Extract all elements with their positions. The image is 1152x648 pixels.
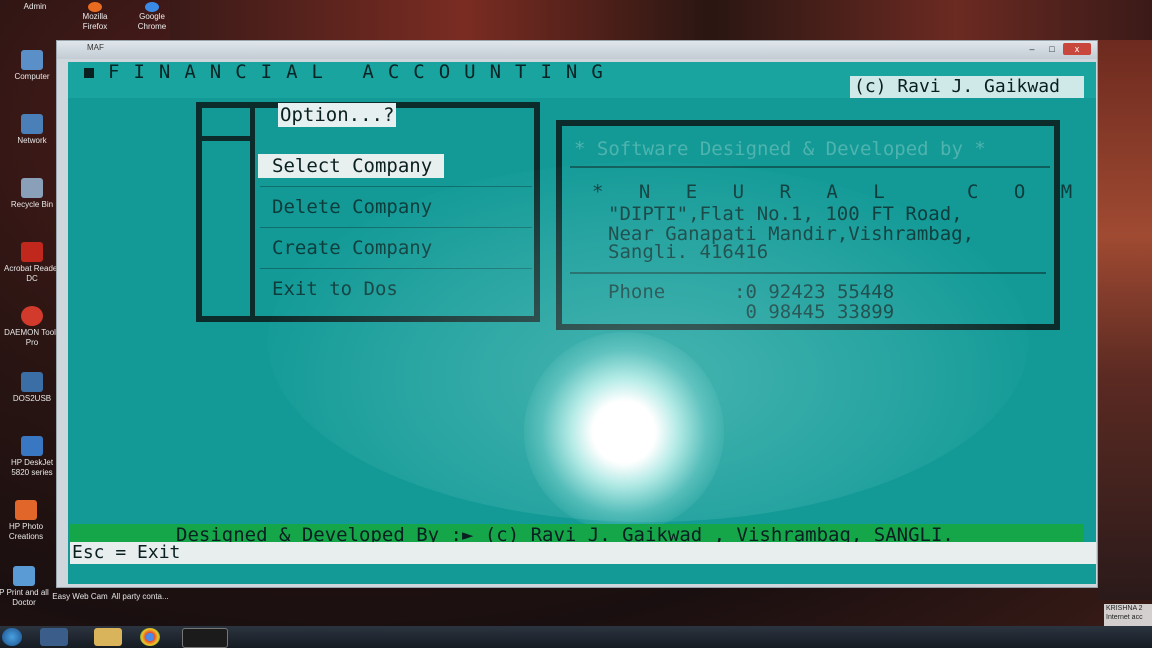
desktop-icon-all-party[interactable]: All party conta... <box>110 592 170 602</box>
desktop-icon-label: Google Chrome <box>137 12 167 31</box>
desktop-icon-label: HP DeskJet 5820 series <box>10 458 54 477</box>
chrome-icon <box>145 2 159 12</box>
app-copyright: (c) Ravi J. Gaikwad <box>850 76 1084 98</box>
phone-label: Phone <box>608 281 666 303</box>
menu-item-select-company[interactable]: Select Company <box>258 146 532 187</box>
desktop-icon-label: Admin <box>23 2 47 11</box>
desktop-icon-computer[interactable]: Computer <box>2 50 62 82</box>
network-icon <box>21 114 43 134</box>
footer-esc-hint: Esc = Exit <box>70 542 1096 564</box>
desktop-icon-label: Acrobat Reader DC <box>3 264 61 283</box>
tray-network-popup[interactable]: KRISHNA 2 Internet acc <box>1104 604 1152 626</box>
taskbar <box>0 626 1152 648</box>
dos-window-taskbar-icon[interactable] <box>182 628 228 648</box>
tray-name: KRISHNA 2 <box>1106 605 1143 612</box>
main-menu: Select Company Delete Company Create Com… <box>196 102 540 322</box>
info-divider <box>570 272 1046 274</box>
file-explorer-icon[interactable] <box>94 628 122 646</box>
menu-item-exit-to-dos[interactable]: Exit to Dos <box>260 269 532 309</box>
phone-number-1: :0 92423 55448 <box>734 281 895 303</box>
desktop-icon-daemon-tools[interactable]: DAEMON Tools Pro <box>2 306 62 348</box>
chrome-taskbar-icon[interactable] <box>140 628 160 646</box>
printer-icon <box>21 436 43 456</box>
desktop-icon-firefox[interactable]: Mozilla Firefox <box>70 2 120 32</box>
photo-icon <box>15 500 37 520</box>
desktop-icon-webcam[interactable]: Easy Web Cam <box>50 592 110 602</box>
menu-strip <box>250 108 255 316</box>
desktop-icon-label: Recycle Bin <box>10 200 54 209</box>
desktop-icon-chrome[interactable]: Google Chrome <box>127 2 177 32</box>
print-doctor-icon <box>13 566 35 586</box>
desktop-icon-label: DOS2USB <box>12 394 52 403</box>
developer-info-panel: * Software Designed & Developed by * * N… <box>556 120 1072 330</box>
menu-item-create-company[interactable]: Create Company <box>260 228 532 269</box>
address-line-1: "DIPTI",Flat No.1, 100 FT Road, <box>608 203 963 225</box>
menu-item-delete-company[interactable]: Delete Company <box>260 187 532 228</box>
recycle-bin-icon <box>21 178 43 198</box>
window-titlebar[interactable]: MAF – □ x <box>57 41 1097 59</box>
desktop-icon-label: DAEMON Tools Pro <box>4 328 60 347</box>
desktop-icon-label: P Print and all Doctor <box>0 588 49 607</box>
media-player-icon[interactable] <box>40 628 68 646</box>
address-line-3: Sangli. 416416 <box>608 241 769 263</box>
title-bullet-icon <box>84 68 94 78</box>
daemon-tools-icon <box>21 306 43 326</box>
firefox-icon <box>88 2 102 12</box>
desktop-icon-admin[interactable]: Admin <box>10 2 60 12</box>
computer-icon <box>21 50 43 70</box>
desktop-icon-acrobat[interactable]: Acrobat Reader DC <box>2 242 62 284</box>
app-title-bar: FINANCIAL ACCOUNTING (c) Ravi J. Gaikwad <box>68 62 1096 98</box>
desktop-icon-dos2usb[interactable]: DOS2USB <box>2 372 62 404</box>
desktop-icon-label: HP Photo Creations <box>8 522 44 541</box>
company-name: * N E U R A L C O M P U T E R S <box>592 181 1085 203</box>
app-title: FINANCIAL ACCOUNTING <box>108 62 617 83</box>
option-prompt: Option...? <box>278 103 397 127</box>
acrobat-icon <box>21 242 43 262</box>
desktop-icon-label: Mozilla Firefox <box>82 12 108 31</box>
desktop-icon-label: Computer <box>14 72 50 81</box>
desktop-icon-network[interactable]: Network <box>2 114 62 146</box>
desktop-icon-hp-deskjet[interactable]: HP DeskJet 5820 series <box>2 436 62 478</box>
menu-item-label: Create Company <box>272 237 433 259</box>
phone-number-2: 0 98445 33899 <box>734 301 895 323</box>
desktop-icon-recycle-bin[interactable]: Recycle Bin <box>2 178 62 210</box>
desktop-icon-hp-photo[interactable]: HP Photo Creations <box>0 500 56 542</box>
close-button[interactable]: x <box>1063 43 1091 55</box>
desktop-icon-print-doctor[interactable]: P Print and all Doctor <box>0 566 54 608</box>
start-button-icon[interactable] <box>2 628 22 646</box>
menu-item-label: Exit to Dos <box>272 278 398 300</box>
menu-divider <box>202 136 250 141</box>
wallpaper-top <box>170 0 1152 44</box>
dos-screen: FINANCIAL ACCOUNTING (c) Ravi J. Gaikwad… <box>68 62 1096 584</box>
maximize-button[interactable]: □ <box>1043 43 1061 55</box>
menu-item-label: Delete Company <box>272 196 433 218</box>
desktop-icon-label: Easy Web Cam <box>52 592 108 601</box>
screen-glare <box>524 332 724 532</box>
minimize-button[interactable]: – <box>1023 43 1041 55</box>
dos2usb-icon <box>21 372 43 392</box>
tray-status: Internet acc <box>1106 614 1143 621</box>
info-heading: * Software Designed & Developed by * <box>570 132 1050 168</box>
desktop-icon-label: Network <box>17 136 47 145</box>
wallpaper-right <box>1098 40 1152 600</box>
desktop-icon-label: All party conta... <box>111 592 169 601</box>
menu-item-label: Select Company <box>258 154 445 178</box>
window-title: MAF <box>87 43 104 52</box>
